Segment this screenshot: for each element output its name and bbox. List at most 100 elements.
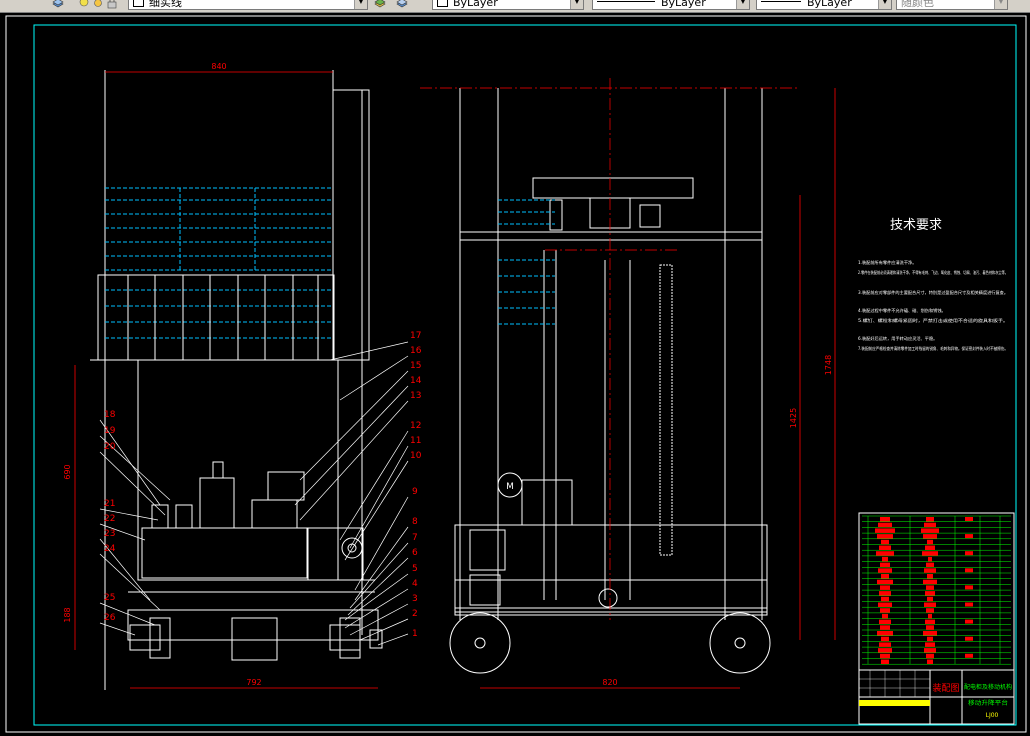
balloon: 14 (410, 376, 422, 386)
dim-right-outer: 1748 (824, 355, 833, 375)
lineweight-select-value: ByLayer (807, 0, 852, 9)
make-current-icon[interactable] (374, 0, 386, 9)
balloon: 13 (410, 391, 421, 401)
bom-cell-text (881, 659, 889, 664)
parts-list (858, 512, 1015, 671)
color-select[interactable]: ByLayer ▼ (432, 0, 584, 10)
balloon: 22 (104, 514, 115, 524)
tech-req-item: 7.装配前应严格检查并清除零件加工时残留的锐角、毛刺和异物。保证密封件装入时不被… (858, 345, 1008, 352)
linetype-select[interactable]: ByLayer ▼ (592, 0, 750, 10)
dimension-texts: 840 690 18 8 792 820 1425 1748 (63, 62, 833, 687)
bom-cell-text (881, 574, 889, 579)
plotstyle-select: 随颜色 ▼ (896, 0, 1008, 10)
bom-cell-text (925, 642, 935, 647)
bom-cell-text (926, 653, 934, 659)
bom-cell-text (926, 625, 934, 630)
bom-cell-text (878, 522, 892, 528)
lineweight-select[interactable]: ByLayer ▼ (756, 0, 892, 10)
balloon: 2 (412, 609, 418, 619)
bom-cell-text (925, 591, 935, 596)
chevron-down-icon: ▼ (354, 0, 367, 9)
bom-cell-text (921, 528, 939, 533)
sun-icon[interactable] (92, 0, 104, 9)
dim-bottom-left: 792 (246, 678, 261, 687)
drawing-canvas[interactable]: 840 690 188 792 820 1425 1748 17 16 15 1… (0, 12, 1030, 736)
bom-cell-text (923, 579, 937, 585)
dim-right-inner: 1425 (789, 408, 798, 428)
bom-cell-text (881, 539, 889, 545)
bom-cell-text (965, 653, 973, 658)
balloon: 3 (412, 594, 418, 604)
bom-cell-text (925, 545, 935, 550)
layer-manager-icon[interactable] (52, 0, 64, 9)
bulb-icon[interactable] (78, 0, 90, 9)
bom-cell-text (923, 631, 937, 636)
tech-req-item: 5.螺钉、螺栓和螺母紧固时，严禁打击或使用不合适的旋具和扳手。 (858, 317, 1008, 324)
bom-cell-text (877, 631, 893, 636)
bom-cell-text (924, 522, 936, 528)
balloon: 8 (412, 517, 418, 527)
left-view (90, 70, 383, 690)
tech-req-item: 2.零件在装配前必须清理和清洗干净，不得有毛刺、飞边、氧化皮、锈蚀、切屑、油污、… (858, 269, 1008, 276)
bom-cell-text (879, 642, 891, 647)
tech-req-title: 技术要求 (890, 218, 942, 233)
chevron-down-icon: ▼ (878, 0, 891, 9)
bom-cell-text (924, 568, 936, 573)
bom-cell-text (965, 568, 973, 573)
bom-cell-text (882, 613, 888, 619)
dim-top-width: 840 (211, 62, 226, 71)
color-select-value: ByLayer (453, 0, 498, 9)
motor-label: M (506, 482, 514, 492)
linetype-select-value: ByLayer (661, 0, 706, 9)
balloon: 18 (104, 410, 116, 420)
bom-cell-text (876, 551, 894, 556)
bom-cell-text (880, 517, 890, 522)
balloon: 16 (410, 346, 422, 356)
tech-req-item: 6.装配好后运转，用手转动应灵活、平稳。 (858, 335, 937, 342)
balloon: 21 (104, 499, 115, 509)
bom-cell-text (882, 556, 888, 562)
balloon: 24 (104, 544, 116, 554)
bom-cell-text (965, 517, 973, 521)
bom-cell-text (926, 517, 934, 522)
bom-cell-text (880, 562, 890, 568)
bom-cell-text (881, 596, 889, 602)
bom-cell-text (880, 625, 890, 630)
lock-icon[interactable] (106, 0, 118, 9)
bom-cell-text (878, 602, 892, 607)
bom-cell-text (878, 648, 892, 653)
bom-cell-text (924, 602, 936, 607)
balloon: 7 (412, 533, 418, 543)
balloon: 26 (104, 613, 116, 623)
inner-frame (33, 24, 1017, 726)
bom-cell-text (928, 613, 932, 619)
tech-req-item: 1.装配前所有零件应清洗干净。 (858, 259, 916, 266)
balloon: 15 (410, 361, 421, 371)
plotstyle-select-value: 随颜色 (901, 0, 934, 9)
balloon: 1 (412, 629, 418, 639)
centerlines (420, 78, 800, 620)
balloon: 10 (410, 451, 422, 461)
balloon: 4 (412, 579, 418, 589)
layer-previous-icon[interactable] (396, 0, 408, 9)
right-hatch (498, 199, 555, 325)
balloon: 17 (410, 331, 421, 341)
bom-cell-text (879, 545, 891, 550)
chevron-down-icon: ▼ (570, 0, 583, 9)
bom-cell-text (927, 574, 933, 579)
bom-cell-text (927, 659, 933, 664)
bom-cell-text (928, 556, 932, 562)
balloon: 23 (104, 529, 115, 539)
bom-cell-text (922, 551, 938, 556)
bom-cell-text (965, 534, 973, 539)
bom-cell-text (927, 596, 933, 602)
dim-bottom-right: 820 (602, 678, 617, 687)
layer-select[interactable]: 细实线 ▼ (128, 0, 368, 10)
bom-cell-text (880, 585, 890, 590)
balloon: 12 (410, 421, 421, 431)
dim-left-upper: 690 (63, 464, 72, 479)
bom-cell-text (877, 534, 893, 539)
layer-select-value: 细实线 (149, 0, 182, 9)
chevron-down-icon: ▼ (994, 0, 1007, 9)
cabinet-hatch (105, 187, 333, 339)
